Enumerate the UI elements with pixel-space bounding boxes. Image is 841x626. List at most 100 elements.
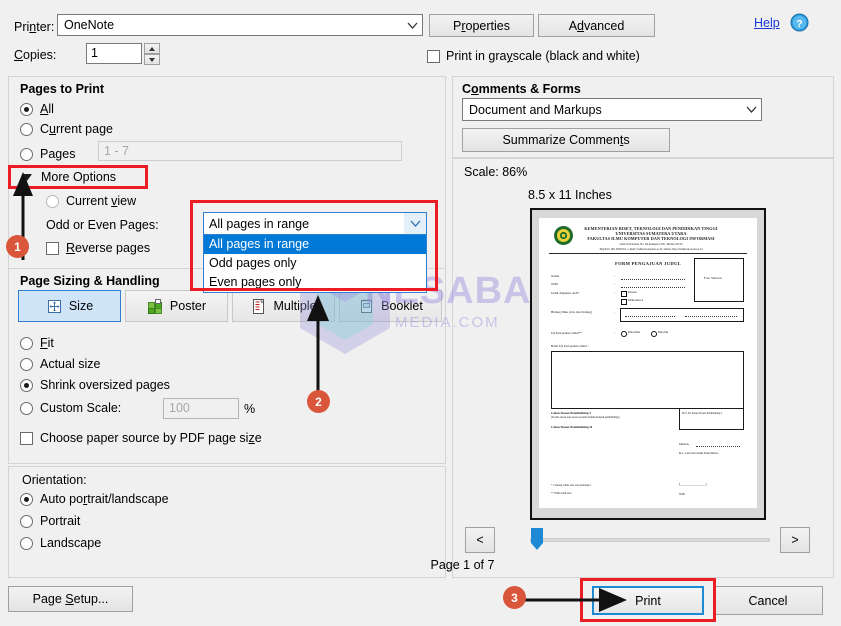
doc-footer-left2: (Isi jika dosen atau dosen tersebut belu… [551,416,620,419]
radio-current-page[interactable] [20,122,33,136]
summarize-comments-button[interactable]: Summarize Comments [462,128,670,152]
grayscale-checkbox[interactable] [427,49,440,63]
doc-colon-5: : [614,331,615,335]
help-link[interactable]: Help [754,16,780,30]
grayscale-checkbox-row[interactable]: Print in grayscale (black and white) [427,49,640,63]
copies-stepper-down[interactable] [144,54,160,65]
cancel-button-label: Cancel [748,593,788,608]
doc-photo-box-label: Foto Terbaru [704,276,722,280]
zoom-slider-track[interactable] [530,538,770,542]
doc-colon-4: : [614,311,615,315]
annotation-arrow-3 [520,588,627,612]
doc-footer-right1: Medan, [679,442,690,446]
doc-radio-diterima [621,331,627,337]
page-setup-button[interactable]: Page Setup... [8,586,133,612]
doc-radio-ditolak-label: Ditolak [658,330,669,334]
radio-landscape-row[interactable]: Landscape [20,536,101,550]
radio-current-page-label: Current page [40,122,113,136]
advanced-button[interactable]: Advanced [538,14,655,37]
radio-pages[interactable] [20,147,33,161]
radio-shrink-label: Shrink oversized pages [40,378,170,392]
radio-actual-size-label: Actual size [40,357,101,371]
pages-range-input[interactable]: 1 - 7 [98,141,402,161]
tab-size-label: Size [68,299,94,313]
next-page-button[interactable]: > [780,527,810,553]
page-preview[interactable]: KEMENTERIAN RISET, TEKNOLOGI DAN PENDIDI… [530,208,766,520]
doc-footer-box-label: Prof. Dr. Ketua Dosen Pembimbing I [682,412,722,415]
doc-footer-note1: * Centang salah satu atau keduanya [551,484,591,487]
page-sizing-tabs: Size Poster Multiple Booklet [18,290,442,322]
summarize-comments-label: Summarize Comments [502,133,630,147]
radio-landscape-label: Landscape [40,536,102,550]
orientation-title: Orientation: [22,473,87,487]
radio-landscape[interactable] [20,536,33,550]
radio-actual-size-row[interactable]: Actual size [20,357,100,371]
radio-auto-orientation[interactable] [20,492,33,506]
comments-forms-select-value: Document and Markups [469,102,602,117]
copies-label: Copies: [14,48,57,62]
doc-checkbox-dosen-label: Dosen [628,290,637,294]
help-icon[interactable]: ? [790,13,809,32]
previous-page-button[interactable]: < [465,527,495,553]
step-marker-1: 1 [6,235,29,258]
doc-header-contact: Telp/Fax: 061 8220161, e-mail: fasilkom-… [599,247,703,251]
copies-stepper[interactable] [144,43,160,65]
radio-current-page-row[interactable]: Current page [20,122,113,136]
doc-checkbox-dosen [621,291,627,297]
paper-source-label: Choose paper source by PDF page size [40,431,262,445]
radio-shrink-row[interactable]: Shrink oversized pages [20,378,170,392]
paper-source-row[interactable]: Choose paper source by PDF page size [20,431,262,445]
printer-select[interactable]: OneNote [57,14,423,36]
tab-booklet-label: Booklet [381,299,423,313]
radio-all[interactable] [20,102,33,116]
doc-field-nim: NIM [551,282,558,286]
copies-input[interactable]: 1 [86,43,142,64]
tab-poster-label: Poster [169,299,207,313]
paper-source-checkbox[interactable] [20,431,33,445]
radio-pages-label: Pages [40,147,76,161]
doc-header-address: Jalan Universitas No. 9A Kampus USU, Med… [619,242,683,246]
radio-auto-orientation-row[interactable]: Auto portrait/landscape [20,492,169,506]
doc-colon-1: : [614,274,615,278]
custom-scale-input[interactable]: 100 [163,398,239,419]
doc-field-bidang: Bidang Ilmu (wla dua bidang) [551,310,592,314]
radio-custom-scale[interactable] [20,401,33,415]
radio-portrait-label: Portrait [40,514,81,528]
copies-stepper-up[interactable] [144,43,160,54]
radio-custom-scale-row[interactable]: Custom Scale: [20,401,121,415]
grayscale-label: Print in grayscale (black and white) [446,49,640,63]
radio-fit-row[interactable]: Fit [20,336,54,350]
chevron-down-icon[interactable] [403,15,422,35]
radio-pages-row[interactable]: Pages [20,147,75,161]
print-dialog: NESABA MEDIA.COM Printer: OneNote Proper… [0,0,841,626]
comments-forms-select[interactable]: Document and Markups [462,98,762,121]
radio-fit-label: Fit [40,336,54,350]
tab-poster[interactable]: Poster [125,290,228,322]
doc-footer-left1: Calon Dosen Pembimbing I [551,411,591,415]
radio-all-row[interactable]: All [20,102,54,116]
doc-field-nama: Nama [551,274,560,278]
doc-colon-3: : [614,291,615,295]
doc-dots-4 [685,316,737,317]
doc-signature-rule: (_______________) [679,482,707,486]
radio-auto-orientation-label: Auto portrait/landscape [40,492,169,506]
page-indicator: Page 1 of 7 [0,558,841,572]
radio-portrait[interactable] [20,514,33,528]
printer-select-value: OneNote [64,18,115,32]
doc-radio-diterima-label: Diterima [628,330,641,334]
doc-checkbox-mahasiswa-label: Mahasiswa [628,298,644,302]
doc-rule [549,253,747,254]
radio-actual-size[interactable] [20,357,33,371]
doc-footer-left3: Calon Dosen Pembimbing II [551,425,593,429]
doc-footer-nip: NIP. [679,492,685,496]
properties-button[interactable]: Properties [429,14,534,37]
radio-fit[interactable] [20,336,33,350]
radio-portrait-row[interactable]: Portrait [20,514,80,528]
chevron-down-icon[interactable] [741,100,761,120]
radio-shrink[interactable] [20,378,33,392]
preview-paper: KEMENTERIAN RISET, TEKNOLOGI DAN PENDIDI… [539,218,757,508]
tab-size[interactable]: Size [18,290,121,322]
cancel-button[interactable]: Cancel [713,586,823,615]
step-marker-3: 3 [503,586,526,609]
doc-field-hasil: Hasil Uji Kelayakan Judul : [551,344,589,348]
